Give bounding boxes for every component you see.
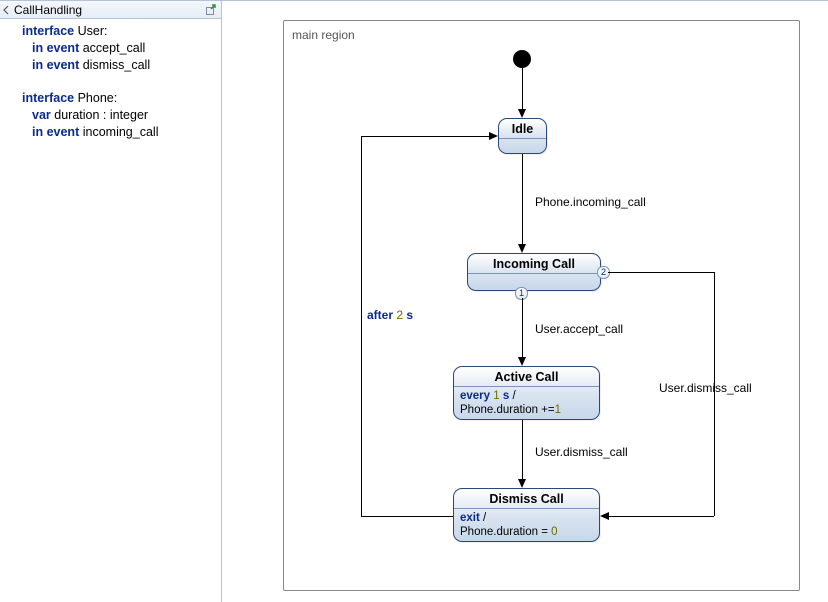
- state-active-call[interactable]: Active Call every 1 s / Phone.duration +…: [453, 366, 600, 420]
- chevron-left-icon[interactable]: [2, 5, 11, 14]
- edge: [522, 154, 523, 246]
- state-incoming-call[interactable]: Incoming Call: [467, 253, 601, 291]
- arrowhead-icon: [600, 512, 609, 520]
- region-label: main region: [292, 28, 355, 42]
- state-title: Dismiss Call: [454, 489, 599, 508]
- interface-line: interface Phone:: [6, 90, 215, 107]
- transition-label: User.accept_call: [535, 322, 623, 336]
- definition-title: CallHandling: [14, 3, 203, 17]
- arrowhead-icon: [518, 109, 526, 118]
- state-action: exit / Phone.duration = 0: [454, 509, 599, 542]
- transition-label: Phone.incoming_call: [535, 195, 646, 209]
- arrowhead-icon: [518, 479, 526, 488]
- member-line: in event dismiss_call: [6, 57, 215, 74]
- transition-label: after 2 s: [367, 308, 413, 322]
- state-title: Active Call: [454, 367, 599, 386]
- state-action: every 1 s / Phone.duration +=1: [454, 387, 599, 420]
- member-line: in event incoming_call: [6, 124, 215, 141]
- diagram-canvas[interactable]: main region Idle Phone.incoming_call Inc…: [222, 1, 828, 602]
- interface-line: interface User:: [6, 23, 215, 40]
- definition-body[interactable]: interface User: in event accept_call in …: [0, 19, 221, 141]
- transition-label: User.dismiss_call: [535, 445, 628, 459]
- edge: [608, 516, 714, 517]
- state-dismiss-call[interactable]: Dismiss Call exit / Phone.duration = 0: [453, 488, 600, 542]
- edge: [361, 136, 362, 516]
- arrowhead-icon: [489, 132, 498, 140]
- edge: [522, 298, 523, 359]
- transition-label: User.dismiss_call: [659, 381, 752, 395]
- arrowhead-icon: [518, 244, 526, 253]
- edge: [361, 516, 453, 517]
- edge: [608, 272, 714, 273]
- popout-icon[interactable]: [203, 2, 219, 18]
- definition-header: CallHandling: [0, 1, 221, 19]
- root: CallHandling interface User: in event ac…: [0, 0, 828, 602]
- definition-panel: CallHandling interface User: in event ac…: [0, 1, 222, 602]
- edge: [522, 68, 523, 111]
- edge: [522, 420, 523, 481]
- initial-node[interactable]: [513, 50, 531, 68]
- member-line: var duration : integer: [6, 107, 215, 124]
- state-idle[interactable]: Idle: [498, 118, 547, 154]
- member-line: in event accept_call: [6, 40, 215, 57]
- state-title: Idle: [499, 119, 546, 138]
- arrowhead-icon: [518, 357, 526, 366]
- edge: [361, 136, 490, 137]
- state-title: Incoming Call: [468, 254, 600, 273]
